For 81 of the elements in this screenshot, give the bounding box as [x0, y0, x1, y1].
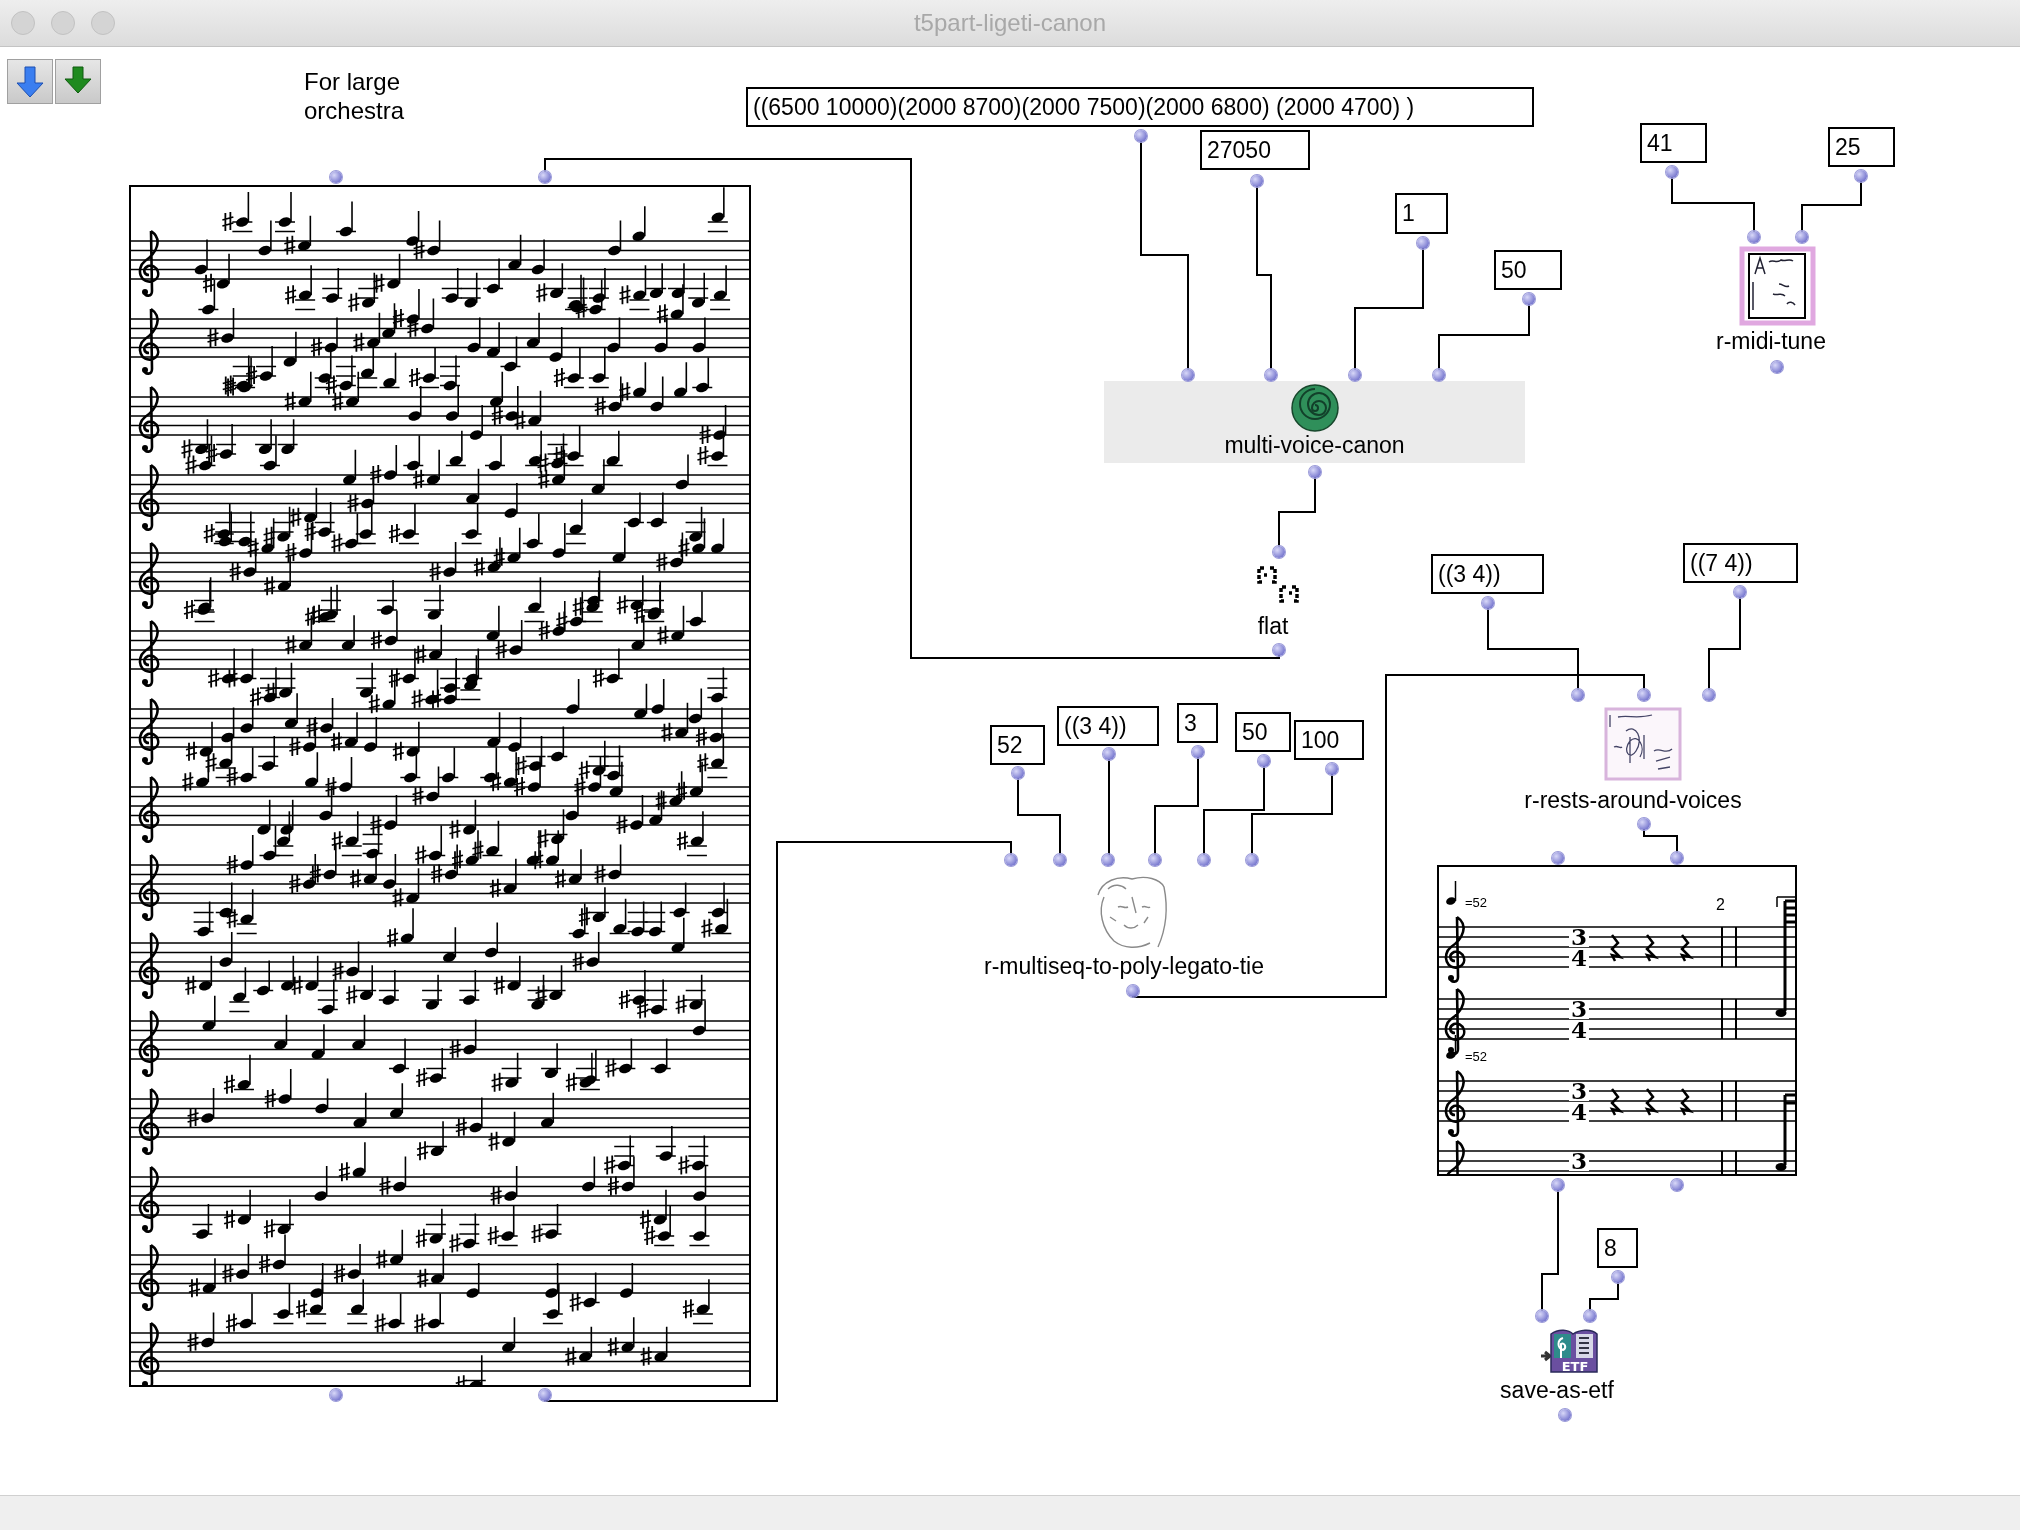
outlet-port[interactable]: [1135, 130, 1147, 142]
tempo-mark: =52: [1465, 1049, 1488, 1064]
spiral-icon: [1290, 384, 1339, 432]
box-label: multi-voice-canon: [1224, 432, 1405, 459]
sketch-thumbnail-icon[interactable]: [1739, 246, 1816, 326]
value-box[interactable]: 27050: [1200, 130, 1310, 170]
outlet-port[interactable]: [1559, 1409, 1571, 1421]
value-box[interactable]: ((3 4)): [1057, 706, 1159, 746]
outlet-port[interactable]: [539, 1389, 551, 1401]
value-box[interactable]: 25: [1828, 127, 1895, 167]
inlet-port[interactable]: [1005, 854, 1017, 866]
outlet-port[interactable]: [1552, 1179, 1564, 1191]
measure-number: 2: [1716, 896, 1725, 913]
outlet-port[interactable]: [1612, 1271, 1624, 1283]
inlet-port[interactable]: [1536, 1310, 1548, 1322]
outlet-port[interactable]: [1251, 175, 1263, 187]
inlet-port[interactable]: [1433, 369, 1445, 381]
inlet-port[interactable]: [330, 171, 342, 183]
value-box[interactable]: ((6500 10000)(2000 8700)(2000 7500)(2000 6800) (2000 4700) ): [746, 87, 1534, 127]
patch-box[interactable]: multi-voice-canon: [1104, 381, 1525, 463]
outlet-port[interactable]: [1012, 767, 1024, 779]
box-label: save-as-etf: [1500, 1377, 1614, 1405]
inlet-port[interactable]: [1149, 854, 1161, 866]
inlet-port[interactable]: [1246, 854, 1258, 866]
inlet-port[interactable]: [1638, 689, 1650, 701]
outlet-port[interactable]: [1523, 293, 1535, 305]
inlet-port[interactable]: [1349, 369, 1361, 381]
outlet-port[interactable]: [1855, 170, 1867, 182]
down-arrow-icon: [15, 64, 45, 99]
inlet-port[interactable]: [1748, 231, 1760, 243]
arrow-down-button[interactable]: [55, 59, 101, 104]
comment-text: For large orchestra: [304, 68, 406, 126]
outlet-port[interactable]: [1734, 586, 1746, 598]
outlet-port[interactable]: [1666, 166, 1678, 178]
outlet-port[interactable]: [1482, 597, 1494, 609]
outlet-port[interactable]: [1309, 466, 1321, 478]
window-title: t5part-ligeti-canon: [912, 9, 1108, 37]
value-box[interactable]: 1: [1395, 193, 1448, 234]
inlet-port[interactable]: [1584, 1310, 1596, 1322]
inlet-port[interactable]: [1265, 369, 1277, 381]
icon-text: ETF: [1561, 1359, 1589, 1374]
value-box[interactable]: 52: [990, 725, 1045, 765]
tempo-mark: =52: [1465, 895, 1488, 910]
outlet-port[interactable]: [1771, 361, 1783, 373]
inlet-port[interactable]: [1703, 689, 1715, 701]
inlet-port[interactable]: [1198, 854, 1210, 866]
outlet-port[interactable]: [1258, 755, 1270, 767]
outlet-port[interactable]: [1127, 985, 1139, 997]
box-label: r-multiseq-to-poly-legato-tie: [984, 953, 1264, 981]
time-signature: 3: [1571, 1147, 1587, 1174]
value-box[interactable]: 50: [1235, 712, 1291, 752]
outlet-port[interactable]: [1273, 644, 1285, 656]
outlet-port[interactable]: [1103, 748, 1115, 760]
inlet-port[interactable]: [1796, 231, 1808, 243]
inlet-port[interactable]: [1273, 546, 1285, 558]
box-label: r-rests-around-voices: [1524, 787, 1742, 815]
inlet-port[interactable]: [1552, 852, 1564, 864]
sketch-thumbnail-icon[interactable]: [1604, 707, 1682, 783]
box-label: flat: [1257, 613, 1289, 641]
inlet-port[interactable]: [539, 171, 551, 183]
inlet-port[interactable]: [1054, 854, 1066, 866]
outlet-port[interactable]: [330, 1389, 342, 1401]
outlet-port[interactable]: [1192, 746, 1204, 758]
inlet-port[interactable]: [1182, 369, 1194, 381]
outlet-port[interactable]: [1417, 237, 1429, 249]
bracket-icon[interactable]: [1256, 565, 1302, 604]
box-label: r-midi-tune: [1716, 328, 1826, 356]
value-box[interactable]: 8: [1597, 1228, 1638, 1268]
arrow-down-button[interactable]: [7, 59, 53, 104]
outlet-port[interactable]: [1638, 818, 1650, 830]
value-box[interactable]: 3: [1177, 703, 1218, 743]
value-box[interactable]: ((7 4)): [1683, 543, 1798, 583]
value-box[interactable]: ((3 4)): [1431, 554, 1544, 594]
value-box[interactable]: 50: [1494, 250, 1562, 290]
inlet-port[interactable]: [1102, 854, 1114, 866]
outlet-port[interactable]: [1671, 1179, 1683, 1191]
inlet-port[interactable]: [1572, 689, 1584, 701]
value-box[interactable]: 41: [1640, 123, 1707, 163]
outlet-port[interactable]: [1326, 763, 1338, 775]
value-box[interactable]: 100: [1294, 720, 1364, 760]
inlet-port[interactable]: [1671, 852, 1683, 864]
